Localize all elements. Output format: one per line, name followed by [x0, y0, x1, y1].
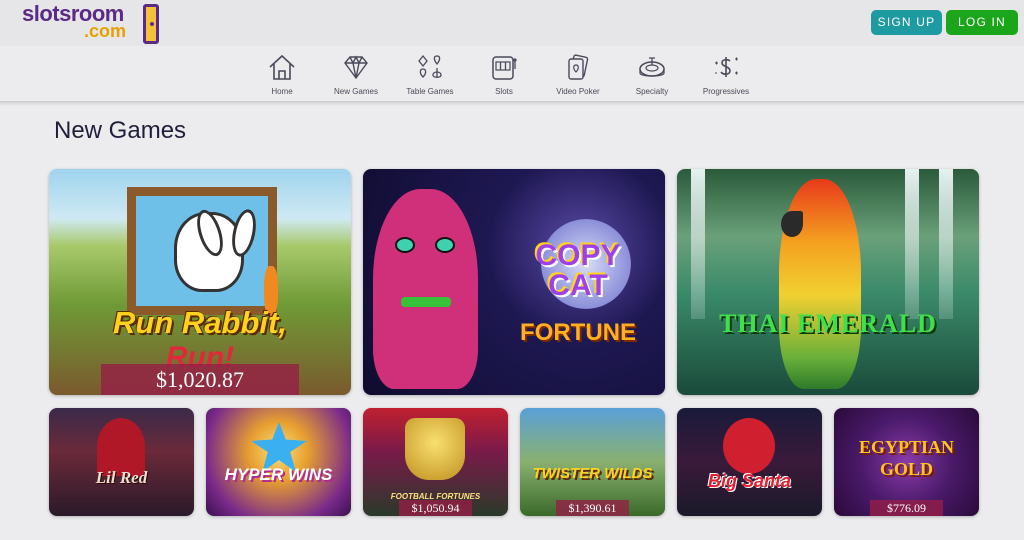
- card-suits-icon: [418, 54, 442, 78]
- nav-item-table-games[interactable]: Table Games: [393, 51, 467, 99]
- slot-machine-icon: [492, 56, 517, 80]
- jackpot-amount: $776.09: [870, 500, 943, 516]
- nav-label: Table Games: [406, 87, 454, 96]
- nav-item-home[interactable]: Home: [245, 51, 319, 99]
- game-tile-hyper-wins[interactable]: HYPER WINS: [206, 408, 351, 516]
- game-logo-text: THAI EMERALD: [719, 309, 937, 338]
- nav-label: Progressives: [702, 87, 750, 96]
- nav-label: Specialty: [635, 87, 669, 96]
- game-tile-run-rabbit-run[interactable]: Run Rabbit, Run! $1,020.87: [49, 169, 351, 395]
- game-art: [127, 187, 278, 316]
- log-in-button[interactable]: LOG IN: [946, 10, 1018, 35]
- top-bar: slotsroom .com SIGN UP LOG IN: [0, 0, 1024, 46]
- game-tile-thai-emerald[interactable]: THAI EMERALD: [677, 169, 979, 395]
- game-logo-text: FORTUNE: [520, 319, 636, 346]
- game-art: [781, 211, 803, 237]
- game-art: [905, 169, 919, 319]
- nav-label: Video Poker: [556, 87, 600, 96]
- playing-cards-icon: [568, 54, 589, 80]
- door-icon: [143, 4, 159, 44]
- jackpot-amount: $1,050.94: [399, 500, 472, 516]
- game-art: [405, 418, 465, 480]
- nav-item-specialty[interactable]: Specialty: [615, 51, 689, 99]
- nav-item-new-games[interactable]: New Games: [319, 51, 393, 99]
- game-tile-lil-red[interactable]: Lil Red: [49, 408, 194, 516]
- nav-item-video-poker[interactable]: Video Poker: [541, 51, 615, 99]
- game-art: [691, 169, 705, 319]
- game-logo-text: EGYPTIAN GOLD: [858, 437, 954, 479]
- game-art: [373, 189, 478, 389]
- nav-label: Slots: [495, 87, 513, 96]
- slotsroom-logo[interactable]: slotsroom .com: [22, 1, 162, 45]
- game-logo-text: HYPER WINS: [224, 465, 333, 484]
- category-nav: Home New Games Table Games Slots Video P…: [0, 46, 1024, 102]
- game-tile-twister-wilds[interactable]: TWISTER WILDS $1,390.61: [520, 408, 665, 516]
- nav-label: Home: [271, 87, 293, 96]
- nav-label: New Games: [333, 87, 378, 96]
- roulette-icon: [639, 57, 665, 77]
- home-icon: [269, 54, 295, 80]
- game-tile-copy-cat-fortune[interactable]: COPY CAT FORTUNE: [363, 169, 665, 395]
- nav-item-slots[interactable]: Slots: [467, 51, 541, 99]
- logo-text-domain: .com: [84, 21, 127, 41]
- sign-up-button[interactable]: SIGN UP: [871, 10, 942, 35]
- game-tile-football-fortunes[interactable]: FOOTBALL FORTUNES $1,050.94: [363, 408, 508, 516]
- game-logo-text: COPY CAT: [535, 239, 621, 302]
- diamond-icon: [344, 55, 368, 80]
- nav-divider: [0, 102, 1024, 106]
- section-title: New Games: [54, 117, 187, 144]
- jackpot-amount: $1,020.87: [101, 364, 299, 395]
- game-art: [723, 418, 775, 474]
- game-logo-text: Run Rabbit,: [113, 305, 287, 340]
- game-logo-text: Lil Red: [95, 468, 148, 487]
- dollar-sparkle-icon: [715, 57, 738, 77]
- game-art: [939, 169, 953, 319]
- game-logo-text: TWISTER WILDS: [532, 465, 653, 482]
- nav-item-progressives[interactable]: Progressives: [689, 51, 763, 99]
- game-logo-text: Big Santa: [707, 471, 791, 491]
- game-tile-big-santa[interactable]: Big Santa: [677, 408, 822, 516]
- game-tile-egyptian-gold[interactable]: EGYPTIAN GOLD $776.09: [834, 408, 979, 516]
- jackpot-amount: $1,390.61: [556, 500, 629, 516]
